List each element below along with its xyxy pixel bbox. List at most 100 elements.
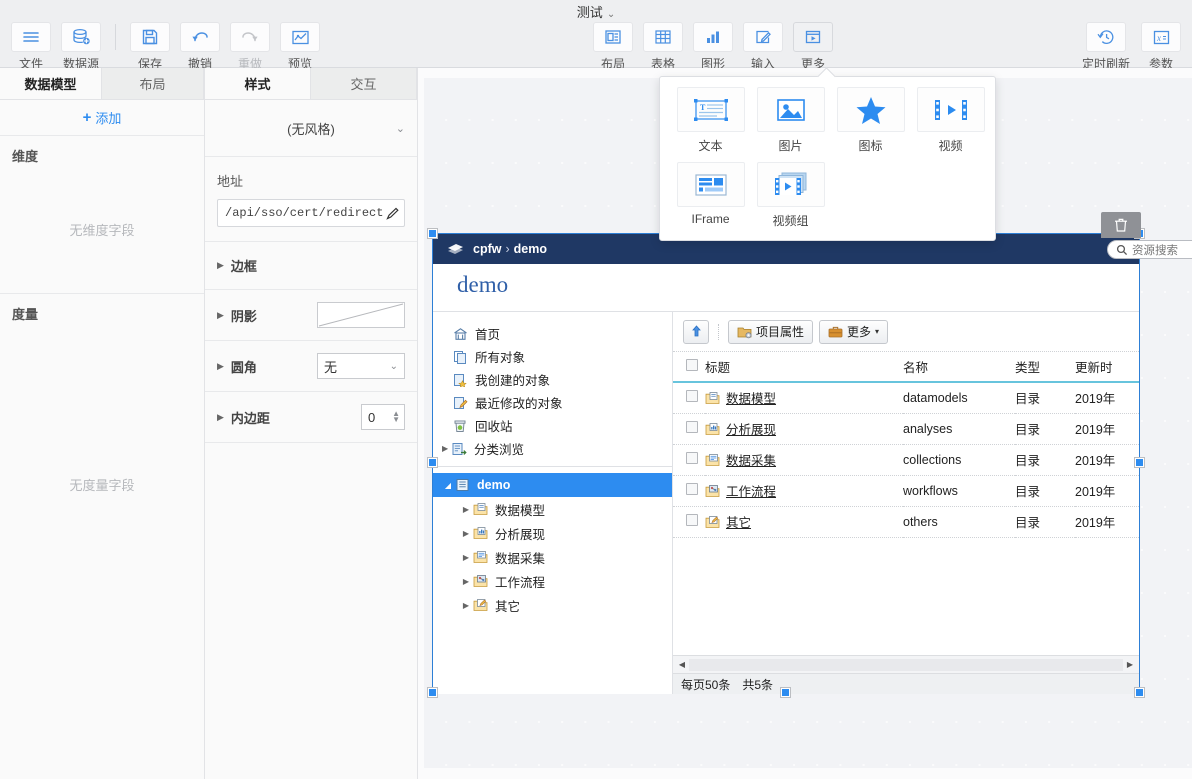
resize-handle-left-middle[interactable]	[428, 458, 437, 467]
row-title-link[interactable]: 分析展现	[726, 419, 776, 438]
breadcrumb-current[interactable]: demo	[514, 242, 547, 256]
column-header-title[interactable]: 标题	[705, 352, 903, 382]
tab-data-model[interactable]: 数据模型	[0, 68, 102, 99]
plus-icon: +	[83, 109, 92, 126]
radius-row[interactable]: ▶ 圆角 无 ⌄	[205, 341, 417, 392]
toolbar-right-group: 定时刷新 x 参数	[1076, 22, 1186, 72]
column-header-updated[interactable]: 更新时	[1075, 352, 1139, 382]
row-checkbox[interactable]	[686, 421, 698, 433]
table-row[interactable]: 工作流程 workflows 目录 2019年	[673, 475, 1139, 506]
insert-input-button[interactable]: 输入	[740, 22, 786, 72]
chevron-down-icon[interactable]: ◢	[441, 481, 455, 490]
tab-interaction[interactable]: 交互	[311, 68, 417, 99]
parameter-button[interactable]: x 参数	[1138, 22, 1184, 72]
horizontal-scrollbar[interactable]: ◀ ▶	[673, 655, 1139, 673]
row-name-cell: datamodels	[903, 382, 1015, 413]
insert-more-button[interactable]: 更多	[790, 22, 836, 72]
scheduled-refresh-button[interactable]: 定时刷新	[1078, 22, 1134, 72]
add-field-button[interactable]: + 添加	[0, 100, 204, 136]
insert-chart-button[interactable]: 图形	[690, 22, 736, 72]
portal-more-button[interactable]: 更多 ▾	[819, 320, 888, 344]
insert-layout-button[interactable]: 布局	[590, 22, 636, 72]
row-title-link[interactable]: 工作流程	[726, 481, 776, 500]
go-up-button[interactable]	[683, 320, 709, 344]
chevron-right-icon[interactable]: ▶	[442, 444, 452, 453]
shadow-row[interactable]: ▶ 阴影	[205, 290, 417, 341]
breadcrumb-root[interactable]: cpfw	[473, 242, 501, 256]
resize-handle-right-middle[interactable]	[1135, 458, 1144, 467]
column-header-name[interactable]: 名称	[903, 352, 1015, 382]
border-row[interactable]: ▶ 边框	[205, 242, 417, 290]
row-checkbox[interactable]	[686, 390, 698, 402]
project-properties-button[interactable]: 项目属性	[728, 320, 813, 344]
style-preset-select[interactable]: (无风格) ⌄	[205, 100, 417, 156]
nav-item-category-browse[interactable]: ▶ 分类浏览	[433, 437, 672, 460]
tree-item-analyses[interactable]: ▶ 分析展现	[433, 521, 672, 545]
insert-table-button[interactable]: 表格	[640, 22, 686, 72]
file-button[interactable]: 文件	[8, 22, 54, 72]
document-title-bar[interactable]: 测试⌄	[0, 2, 1192, 21]
row-title-link[interactable]: 其它	[726, 512, 751, 531]
table-row[interactable]: 其它 others 目录 2019年	[673, 506, 1139, 537]
tab-style[interactable]: 样式	[205, 68, 311, 99]
tab-layout[interactable]: 布局	[102, 68, 204, 99]
chevron-right-icon[interactable]: ▶	[459, 553, 473, 562]
chevron-right-icon[interactable]: ▶	[459, 505, 473, 514]
save-button[interactable]: 保存	[127, 22, 173, 72]
scrollbar-track[interactable]	[689, 659, 1123, 671]
table-row[interactable]: 数据模型 datamodels 目录 2019年	[673, 382, 1139, 413]
resize-handle-bottom-middle[interactable]	[781, 688, 790, 697]
redo-button[interactable]: 重做	[227, 22, 273, 72]
nav-item-recycle-bin[interactable]: 回收站	[433, 414, 672, 437]
tree-item-datamodels[interactable]: ▶ 数据模型	[433, 497, 672, 521]
address-input-wrap[interactable]	[217, 199, 405, 227]
padding-stepper[interactable]: 0 ▲▼	[361, 404, 405, 430]
insert-video-group-item[interactable]: 视频组	[752, 162, 829, 229]
insert-text-item[interactable]: T 文本	[672, 87, 749, 154]
row-title-link[interactable]: 数据采集	[726, 450, 776, 469]
datasource-button[interactable]: 数据源	[58, 22, 104, 72]
insert-icon-item[interactable]: 图标	[832, 87, 909, 154]
edit-pencil-icon[interactable]	[385, 206, 400, 221]
tree-item-workflows[interactable]: ▶ 工作流程	[433, 569, 672, 593]
row-checkbox-cell	[673, 444, 705, 475]
table-row[interactable]: 分析展现 analyses 目录 2019年	[673, 413, 1139, 444]
column-header-type[interactable]: 类型	[1015, 352, 1075, 382]
table-row[interactable]: 数据采集 collections 目录 2019年	[673, 444, 1139, 475]
row-checkbox[interactable]	[686, 514, 698, 526]
insert-iframe-item[interactable]: IFrame	[672, 162, 749, 226]
delete-widget-button[interactable]	[1101, 212, 1141, 238]
shadow-preview[interactable]	[317, 302, 405, 328]
select-all-checkbox[interactable]	[686, 359, 698, 371]
padding-row[interactable]: ▶ 内边距 0 ▲▼	[205, 392, 417, 443]
preview-button[interactable]: 预览	[277, 22, 323, 72]
resize-handle-top-left[interactable]	[428, 229, 437, 238]
chevron-down-icon[interactable]: ⌄	[607, 9, 615, 20]
nav-item-my-objects[interactable]: 我创建的对象	[433, 368, 672, 391]
nav-item-label: 回收站	[475, 416, 513, 435]
address-input[interactable]	[225, 206, 385, 220]
row-checkbox[interactable]	[686, 483, 698, 495]
stepper-arrows-icon[interactable]: ▲▼	[392, 411, 400, 423]
iframe-widget[interactable]: cpfw›demo 资源搜索 demo ? 帮助 首页 所有对象	[432, 233, 1140, 693]
insert-image-item[interactable]: 图片	[752, 87, 829, 154]
radius-select[interactable]: 无 ⌄	[317, 353, 405, 379]
resize-handle-bottom-left[interactable]	[428, 688, 437, 697]
chevron-right-icon[interactable]: ▶	[459, 529, 473, 538]
undo-button[interactable]: 撤销	[177, 22, 223, 72]
insert-video-item[interactable]: 视频	[912, 87, 989, 154]
scroll-right-arrow-icon[interactable]: ▶	[1123, 660, 1137, 669]
row-checkbox[interactable]	[686, 452, 698, 464]
nav-item-home[interactable]: 首页	[433, 322, 672, 345]
chevron-right-icon[interactable]: ▶	[459, 577, 473, 586]
tree-item-demo[interactable]: ◢ demo	[433, 473, 672, 497]
tree-item-collections[interactable]: ▶ 数据采集	[433, 545, 672, 569]
resize-handle-bottom-right[interactable]	[1135, 688, 1144, 697]
scroll-left-arrow-icon[interactable]: ◀	[675, 660, 689, 669]
row-title-link[interactable]: 数据模型	[726, 388, 776, 407]
resource-search-input[interactable]: 资源搜索	[1107, 240, 1192, 259]
nav-item-recent-objects[interactable]: 最近修改的对象	[433, 391, 672, 414]
nav-item-all-objects[interactable]: 所有对象	[433, 345, 672, 368]
tree-item-others[interactable]: ▶ 其它	[433, 593, 672, 617]
chevron-right-icon[interactable]: ▶	[459, 601, 473, 610]
